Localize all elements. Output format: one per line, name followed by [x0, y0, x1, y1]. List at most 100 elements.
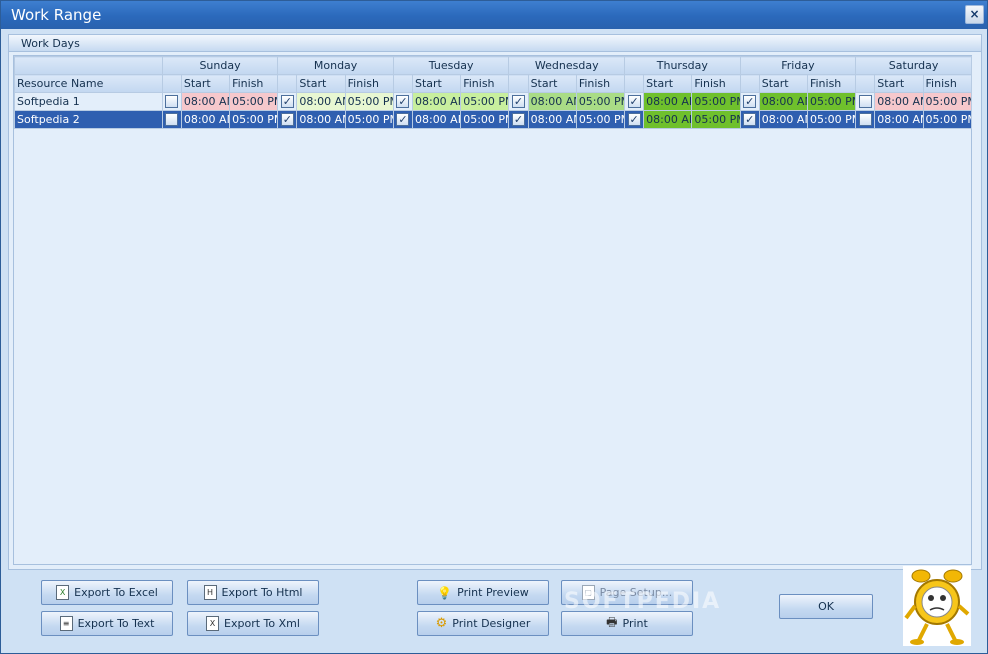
export-html-button[interactable]: H Export To Html	[187, 580, 319, 605]
start-column-header[interactable]: Start	[411, 74, 462, 93]
checkbox-checked-icon[interactable]: ✓	[743, 95, 757, 109]
print-designer-button[interactable]: ⚙ Print Designer	[417, 611, 549, 636]
workday-checkbox-cell[interactable]: ✓	[739, 92, 760, 111]
checkbox-unchecked-icon[interactable]	[858, 95, 872, 109]
start-time-cell[interactable]: 08:00 AM	[643, 92, 693, 111]
finish-time-cell[interactable]: 05:00 PM	[229, 110, 279, 129]
checkbox-unchecked-icon[interactable]	[165, 95, 179, 109]
checkbox-checked-icon[interactable]: ✓	[396, 95, 410, 109]
start-time-cell[interactable]: 08:00 AM	[411, 92, 462, 111]
start-time-cell[interactable]: 08:00 AM	[643, 110, 693, 129]
resource-name-header[interactable]: Resource Name	[14, 74, 163, 93]
finish-column-header[interactable]: Finish	[575, 74, 626, 93]
export-excel-button[interactable]: X Export To Excel	[41, 580, 173, 605]
finish-time-cell[interactable]: 05:00 PM	[575, 110, 626, 129]
finish-time-cell[interactable]: 05:00 PM	[691, 92, 741, 111]
start-column-header[interactable]: Start	[874, 74, 924, 93]
start-time-cell[interactable]: 08:00 AM	[296, 110, 346, 129]
ok-button[interactable]: OK	[779, 594, 873, 619]
start-time-cell[interactable]: 08:00 AM	[874, 110, 924, 129]
start-column-header[interactable]: Start	[296, 74, 346, 93]
finish-time-cell[interactable]: 05:00 PM	[806, 110, 857, 129]
checkbox-checked-icon[interactable]: ✓	[512, 113, 526, 127]
workday-checkbox-cell[interactable]	[161, 110, 182, 129]
finish-time-cell[interactable]: 05:00 PM	[575, 92, 626, 111]
export-xml-label: Export To Xml	[224, 617, 300, 630]
print-preview-button[interactable]: 💡 Print Preview	[417, 580, 549, 605]
workday-checkbox-cell[interactable]: ✓	[624, 92, 645, 111]
resource-name-cell[interactable]: Softpedia 1	[14, 92, 163, 111]
grid-corner	[14, 56, 163, 75]
workday-checkbox-cell[interactable]	[161, 92, 182, 111]
export-xml-button[interactable]: X Export To Xml	[187, 611, 319, 636]
checkbox-checked-icon[interactable]: ✓	[396, 113, 410, 127]
workday-checkbox-cell[interactable]	[855, 92, 876, 111]
work-days-panel-header: Work Days	[9, 35, 981, 52]
workday-checkbox-cell[interactable]	[855, 110, 876, 129]
start-column-header[interactable]: Start	[180, 74, 231, 93]
finish-time-cell[interactable]: 05:00 PM	[691, 110, 741, 129]
checkbox-checked-icon[interactable]: ✓	[280, 95, 294, 109]
finish-column-header[interactable]: Finish	[229, 74, 279, 93]
workday-checkbox-cell[interactable]: ✓	[508, 110, 529, 129]
day-header-saturday[interactable]: Saturday	[855, 56, 972, 75]
grid-day-header-row: Sunday Monday Tuesday Wednesday Thursday Frid…	[14, 56, 972, 75]
checkbox-unchecked-icon[interactable]	[858, 113, 872, 127]
checkbox-checked-icon[interactable]: ✓	[280, 113, 294, 127]
finish-time-cell[interactable]: 05:00 PM	[460, 110, 510, 129]
checkbox-checked-icon[interactable]: ✓	[512, 95, 526, 109]
day-header-sunday[interactable]: Sunday	[161, 56, 279, 75]
day-header-wednesday[interactable]: Wednesday	[508, 56, 626, 75]
workday-checkbox-cell[interactable]: ✓	[392, 110, 413, 129]
checkbox-column-header	[277, 74, 298, 93]
finish-time-cell[interactable]: 05:00 PM	[460, 92, 510, 111]
finish-time-cell[interactable]: 05:00 PM	[806, 92, 857, 111]
start-time-cell[interactable]: 08:00 AM	[758, 92, 808, 111]
finish-time-cell[interactable]: 05:00 PM	[922, 110, 973, 129]
start-column-header[interactable]: Start	[527, 74, 577, 93]
start-time-cell[interactable]: 08:00 AM	[874, 92, 924, 111]
resource-name-cell[interactable]: Softpedia 2	[14, 110, 163, 129]
checkbox-column-header	[508, 74, 529, 93]
close-button[interactable]: ×	[965, 5, 984, 24]
checkbox-checked-icon[interactable]: ✓	[627, 95, 641, 109]
start-time-cell[interactable]: 08:00 AM	[411, 110, 462, 129]
workday-checkbox-cell[interactable]: ✓	[508, 92, 529, 111]
finish-time-cell[interactable]: 05:00 PM	[344, 92, 394, 111]
start-time-cell[interactable]: 08:00 AM	[758, 110, 808, 129]
workday-checkbox-cell[interactable]: ✓	[277, 110, 298, 129]
finish-column-header[interactable]: Finish	[922, 74, 973, 93]
start-time-cell[interactable]: 08:00 AM	[180, 92, 231, 111]
workday-checkbox-cell[interactable]: ✓	[277, 92, 298, 111]
start-time-cell[interactable]: 08:00 AM	[527, 92, 577, 111]
finish-column-header[interactable]: Finish	[691, 74, 741, 93]
day-header-thursday[interactable]: Thursday	[624, 56, 741, 75]
finish-column-header[interactable]: Finish	[460, 74, 510, 93]
print-button[interactable]: 🖶 Print	[561, 611, 693, 636]
start-column-header[interactable]: Start	[758, 74, 808, 93]
excel-file-icon: X	[56, 585, 70, 600]
table-row[interactable]: Softpedia 208:00 AM05:00 PM✓08:00 AM05:0…	[14, 110, 973, 129]
checkbox-checked-icon[interactable]: ✓	[743, 113, 757, 127]
finish-time-cell[interactable]: 05:00 PM	[344, 110, 394, 129]
start-time-cell[interactable]: 08:00 AM	[296, 92, 346, 111]
finish-column-header[interactable]: Finish	[806, 74, 857, 93]
workday-checkbox-cell[interactable]: ✓	[739, 110, 760, 129]
finish-column-header[interactable]: Finish	[344, 74, 394, 93]
start-column-header[interactable]: Start	[643, 74, 693, 93]
workday-checkbox-cell[interactable]: ✓	[624, 110, 645, 129]
day-header-tuesday[interactable]: Tuesday	[392, 56, 510, 75]
day-header-monday[interactable]: Monday	[277, 56, 394, 75]
export-text-button[interactable]: ≡ Export To Text	[41, 611, 173, 636]
checkbox-checked-icon[interactable]: ✓	[627, 113, 641, 127]
checkbox-unchecked-icon[interactable]	[165, 113, 179, 127]
finish-time-cell[interactable]: 05:00 PM	[922, 92, 973, 111]
start-time-cell[interactable]: 08:00 AM	[527, 110, 577, 129]
workday-checkbox-cell[interactable]: ✓	[392, 92, 413, 111]
day-header-friday[interactable]: Friday	[739, 56, 857, 75]
table-row[interactable]: Softpedia 108:00 AM05:00 PM✓08:00 AM05:0…	[14, 92, 973, 111]
ok-label: OK	[818, 600, 834, 613]
finish-time-cell[interactable]: 05:00 PM	[229, 92, 279, 111]
start-time-cell[interactable]: 08:00 AM	[180, 110, 231, 129]
panel-title: Work Days	[21, 37, 80, 50]
